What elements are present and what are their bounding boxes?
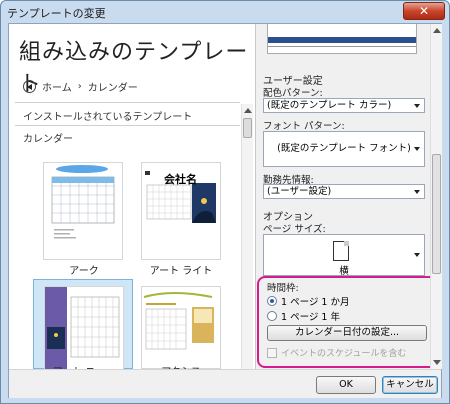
- page-size-label: ページ サイズ:: [263, 224, 326, 235]
- section-heading: カレンダー: [23, 134, 73, 145]
- template-thumbnail-arc[interactable]: [43, 162, 123, 260]
- chevron-down-icon: [414, 147, 420, 151]
- color-pattern-value: (既定のテンプレート カラー): [267, 100, 392, 111]
- calendar-dates-button[interactable]: カレンダー日付の設定...: [267, 325, 427, 341]
- radio-unselected-icon[interactable]: [267, 311, 277, 321]
- page-size-dropdown[interactable]: 横: [263, 234, 425, 277]
- radio-one-month-label: 1 ページ 1 か月: [281, 297, 350, 308]
- template-label: アート ライト: [149, 266, 213, 277]
- font-pattern-value: (既定のテンプレート フォント): [277, 143, 411, 154]
- divider: [15, 125, 240, 126]
- chevron-down-icon: [414, 253, 420, 257]
- arc-calendar-preview-icon: [51, 165, 115, 239]
- installed-templates-link[interactable]: インストールされているテンプレート: [23, 108, 192, 123]
- include-events-checkbox[interactable]: イベントのスケジュールを含む: [267, 346, 406, 359]
- divider: [15, 102, 240, 103]
- art-new-preview-icon: [45, 287, 120, 369]
- radio-selected-icon[interactable]: [267, 296, 277, 306]
- company-name-text: 会社名: [164, 173, 197, 186]
- options-scrollbar[interactable]: [430, 24, 442, 369]
- scroll-up-arrow-icon[interactable]: [433, 28, 441, 33]
- contact-info-dropdown[interactable]: (ユーザー設定): [263, 184, 425, 199]
- dialog-body: 組み込みのテンプレート ホーム › カレンダー インストールされているテンプレー…: [8, 23, 442, 398]
- template-list-scrollbar[interactable]: [241, 104, 253, 369]
- radio-one-month[interactable]: 1 ページ 1 か月: [267, 294, 349, 308]
- color-pattern-dropdown[interactable]: (既定のテンプレート カラー): [263, 98, 425, 113]
- font-pattern-label: フォント パターン:: [263, 121, 345, 132]
- color-pattern-label: 配色パターン:: [263, 88, 323, 99]
- contact-info-value: (ユーザー設定): [267, 186, 332, 197]
- scroll-up-arrow-icon[interactable]: [244, 108, 252, 113]
- scrollbar-thumb[interactable]: [243, 118, 252, 138]
- cancel-button[interactable]: キャンセル: [382, 376, 438, 394]
- include-events-label: イベントのスケジュールを含む: [281, 349, 407, 359]
- radio-one-year[interactable]: 1 ページ 1 年: [267, 309, 340, 323]
- breadcrumb-current: カレンダー: [87, 82, 138, 94]
- page-size-value: 横: [339, 266, 349, 277]
- breadcrumb-home[interactable]: ホーム: [42, 79, 72, 94]
- template-thumbnail-art-new-selected[interactable]: [33, 279, 133, 370]
- thumbnail-frame: [44, 286, 124, 370]
- preview-banner: [268, 37, 416, 43]
- preview-rule: [268, 46, 416, 47]
- title-bar: テンプレートの変更 ✕: [1, 1, 449, 23]
- scrollbar-thumb[interactable]: [432, 154, 441, 274]
- template-browser: 組み込みのテンプレート ホーム › カレンダー インストールされているテンプレー…: [9, 24, 256, 370]
- template-preview: [267, 24, 417, 54]
- scroll-down-arrow-icon[interactable]: [433, 360, 441, 365]
- checkbox-icon[interactable]: [267, 347, 277, 358]
- breadcrumb-separator: ›: [77, 80, 82, 92]
- template-thumbnail-axis[interactable]: [141, 286, 221, 369]
- close-button[interactable]: ✕: [403, 2, 445, 20]
- window-title: テンプレートの変更: [7, 7, 106, 20]
- template-label: アーク: [69, 266, 99, 277]
- ok-button[interactable]: OK: [316, 376, 376, 394]
- options-panel: ユーザー設定 配色パターン: (既定のテンプレート カラー) フォント パターン…: [257, 24, 437, 369]
- template-thumbnail-art-light[interactable]: 会社名: [141, 162, 221, 260]
- axis-preview-icon: [143, 292, 214, 350]
- radio-one-year-label: 1 ページ 1 年: [281, 312, 340, 323]
- chevron-down-icon: [414, 104, 420, 108]
- dialog-window: テンプレートの変更 ✕ 組み込みのテンプレート ホーム › カレンダー インスト…: [0, 0, 450, 404]
- page-orientation-icon: [333, 241, 349, 261]
- dialog-footer: OK キャンセル: [9, 369, 441, 398]
- chevron-down-icon: [414, 190, 420, 194]
- timeframe-label: 時間枠:: [267, 283, 299, 294]
- back-arrow-icon[interactable]: [23, 79, 36, 93]
- breadcrumb: ホーム › カレンダー: [23, 78, 138, 94]
- font-pattern-dropdown[interactable]: (既定のテンプレート フォント): [263, 131, 425, 167]
